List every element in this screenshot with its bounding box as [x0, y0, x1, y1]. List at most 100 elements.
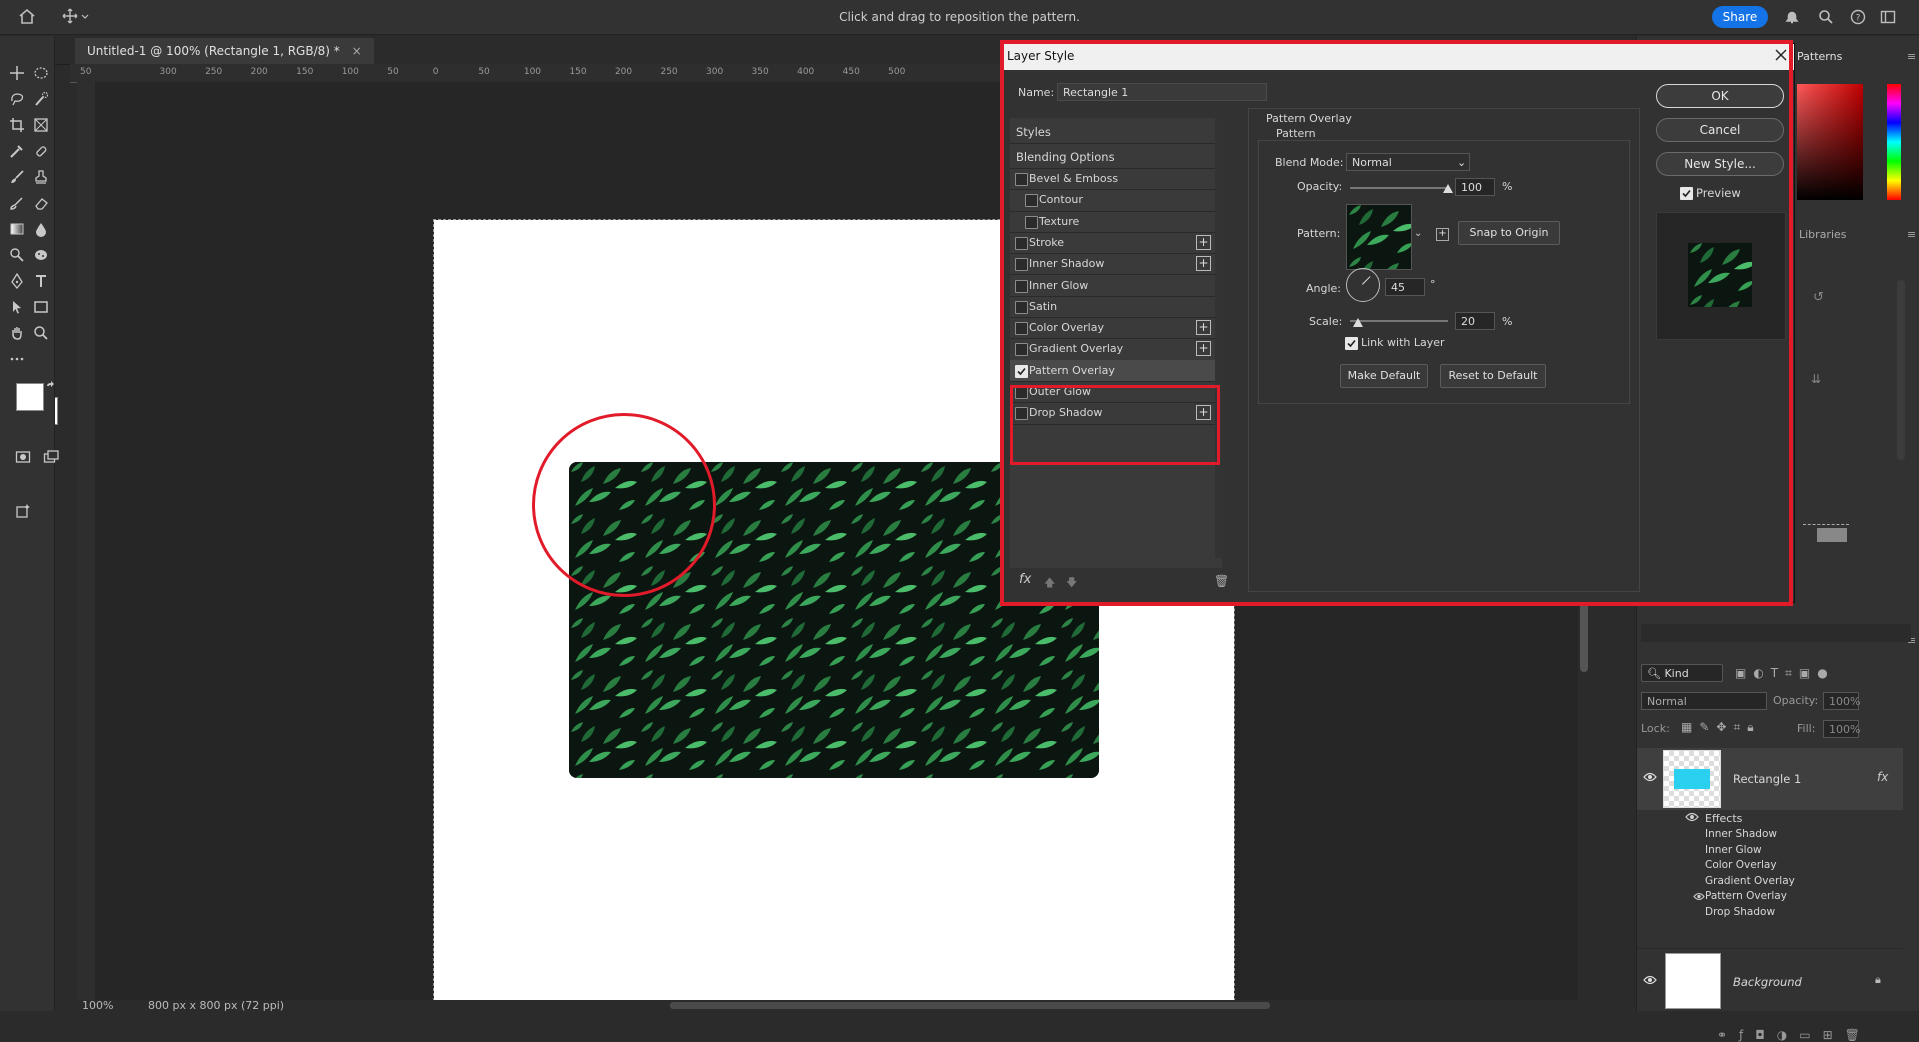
add-instance-icon[interactable]: + — [1196, 341, 1211, 357]
quick-selection-tool-icon[interactable] — [30, 88, 52, 110]
style-checkbox[interactable] — [1015, 279, 1028, 293]
style-checkbox[interactable] — [1015, 173, 1028, 186]
quick-mask-icon[interactable] — [12, 446, 34, 468]
delete-effect-icon[interactable]: 🗑︎ — [1214, 574, 1229, 588]
bell-icon[interactable] — [1784, 9, 1800, 25]
effect-item-gradient-overlay[interactable]: Gradient Overlay — [1705, 875, 1795, 887]
lock-icons[interactable]: ▦✎✥⌗🔒︎ — [1681, 720, 1761, 735]
search-icon[interactable] — [1818, 9, 1834, 25]
angle-dial[interactable] — [1346, 268, 1380, 302]
screen-mode-icon[interactable] — [40, 446, 62, 468]
workspace-icon[interactable] — [1880, 9, 1896, 25]
eraser-tool-icon[interactable] — [30, 192, 52, 214]
link-with-layer-label[interactable]: Link with Layer — [1361, 336, 1445, 349]
style-checkbox[interactable] — [1015, 343, 1028, 357]
style-checkbox[interactable] — [1025, 194, 1038, 208]
effect-item-inner-shadow[interactable]: Inner Shadow — [1705, 828, 1777, 840]
link-with-layer-checkbox[interactable] — [1345, 337, 1358, 350]
effect-visibility-icon[interactable] — [1693, 892, 1705, 901]
panel-menu-icon[interactable]: ≡ — [1907, 228, 1916, 241]
style-item-pattern-overlay[interactable]: Pattern Overlay — [1010, 359, 1215, 382]
layers-panel-tabs[interactable] — [1641, 624, 1911, 642]
zoom-level[interactable]: 100% — [82, 999, 113, 1012]
reset-to-default-button[interactable]: Reset to Default — [1440, 364, 1546, 388]
scale-slider-track[interactable] — [1350, 320, 1448, 322]
gradient-tool-icon[interactable] — [6, 218, 28, 240]
layer-thumbnail[interactable] — [1663, 750, 1721, 808]
blend-mode-select[interactable]: Normal ⌄ — [1346, 153, 1470, 171]
style-item-stroke[interactable]: Stroke + — [1010, 232, 1215, 255]
healing-brush-tool-icon[interactable] — [30, 140, 52, 162]
style-checkbox[interactable] — [1015, 258, 1028, 272]
color-field[interactable] — [1797, 84, 1863, 200]
panel-scrollbar[interactable] — [1897, 280, 1905, 460]
lasso-tool-icon[interactable] — [6, 88, 28, 110]
fx-menu-icon[interactable]: fx — [1019, 572, 1031, 587]
layer-fill-field[interactable]: 100% — [1823, 720, 1860, 738]
libraries-tab[interactable]: Libraries — [1799, 228, 1847, 241]
layer-row-background[interactable]: Background 🔒︎ — [1637, 948, 1903, 1011]
layer-opacity-field[interactable]: 100% — [1823, 692, 1860, 710]
new-style-button[interactable]: New Style... — [1656, 152, 1784, 176]
layer-name[interactable]: Rectangle 1 — [1733, 772, 1801, 786]
patterns-tab[interactable]: Patterns — [1797, 50, 1842, 63]
type-tool-icon[interactable] — [30, 270, 52, 292]
blending-options-item[interactable]: Blending Options — [1010, 143, 1222, 169]
blur-tool-icon[interactable] — [30, 218, 52, 240]
style-checkbox[interactable] — [1025, 215, 1038, 229]
layer-row-rectangle-1[interactable]: Rectangle 1 fx — [1637, 748, 1903, 810]
style-item-bevel-emboss[interactable]: Bevel & Emboss — [1010, 168, 1215, 191]
style-checkbox[interactable] — [1015, 364, 1028, 378]
rectangle-tool-icon[interactable] — [30, 296, 52, 318]
layers-bottom-toolbar[interactable]: ⚭ƒ◘◑▭⊞🗑︎ — [1717, 1028, 1872, 1042]
history-brush-tool-icon[interactable] — [6, 192, 28, 214]
layer-name-input[interactable]: Rectangle 1 — [1057, 83, 1267, 101]
marquee-tool-icon[interactable] — [30, 62, 52, 84]
pattern-swatch[interactable] — [1346, 204, 1412, 270]
move-down-icon[interactable]: 🡇 — [1066, 574, 1077, 593]
fx-icon[interactable]: fx — [1877, 770, 1888, 784]
snap-to-origin-button[interactable]: Snap to Origin — [1458, 221, 1560, 245]
make-default-button[interactable]: Make Default — [1340, 364, 1428, 388]
layer-filter-icons[interactable]: ▣◐T⌗▣● — [1735, 666, 1835, 681]
effects-visibility-icon[interactable] — [1685, 812, 1699, 822]
sponge-tool-icon[interactable] — [30, 244, 52, 266]
effect-item-pattern-overlay[interactable]: Pattern Overlay — [1705, 890, 1787, 902]
align-icon[interactable]: ⇊ — [1811, 372, 1821, 386]
new-preset-icon[interactable]: + — [1436, 228, 1449, 241]
pen-tool-icon[interactable] — [6, 270, 28, 292]
move-up-icon[interactable]: 🡅 — [1044, 574, 1055, 593]
panel-menu-icon[interactable]: ≡ — [1907, 50, 1916, 63]
close-tab-icon[interactable]: × — [352, 44, 362, 58]
style-item-inner-glow[interactable]: Inner Glow — [1010, 275, 1215, 297]
document-tab[interactable]: Untitled-1 @ 100% (Rectangle 1, RGB/8) *… — [75, 38, 374, 64]
eyedropper-tool-icon[interactable] — [6, 140, 28, 162]
style-checkbox[interactable] — [1015, 322, 1028, 336]
visibility-eye-icon[interactable] — [1643, 772, 1657, 782]
style-checkbox[interactable] — [1015, 236, 1028, 250]
generative-fill-icon[interactable] — [12, 500, 34, 522]
add-instance-icon[interactable]: + — [1196, 320, 1211, 336]
add-instance-icon[interactable]: + — [1196, 234, 1211, 250]
effect-item-drop-shadow[interactable]: Drop Shadow — [1705, 906, 1775, 918]
clone-stamp-tool-icon[interactable] — [30, 166, 52, 188]
help-icon[interactable]: ? — [1850, 9, 1866, 25]
styles-scrollbar[interactable] — [1215, 118, 1222, 558]
scale-slider-thumb[interactable] — [1353, 318, 1363, 327]
path-selection-tool-icon[interactable] — [6, 296, 28, 318]
effect-item-color-overlay[interactable]: Color Overlay — [1705, 859, 1777, 871]
style-item-contour[interactable]: Contour — [1010, 189, 1215, 212]
brush-tool-icon[interactable] — [6, 166, 28, 188]
zoom-tool-icon[interactable] — [30, 322, 52, 344]
ok-button[interactable]: OK — [1656, 84, 1784, 108]
style-item-satin[interactable]: Satin — [1010, 296, 1215, 319]
preview-checkbox[interactable] — [1680, 187, 1693, 200]
dodge-tool-icon[interactable] — [6, 244, 28, 266]
horizontal-scrollbar-thumb[interactable] — [670, 1002, 1270, 1009]
style-item-texture[interactable]: Texture — [1010, 211, 1215, 233]
background-layer-name[interactable]: Background — [1733, 975, 1802, 989]
scrollbar-thumb[interactable] — [1580, 602, 1588, 672]
stroke-type-dropdown[interactable] — [1817, 528, 1847, 542]
stroke-style-dropdown[interactable] — [1803, 510, 1849, 525]
refresh-icon[interactable]: ↺ — [1813, 290, 1824, 305]
